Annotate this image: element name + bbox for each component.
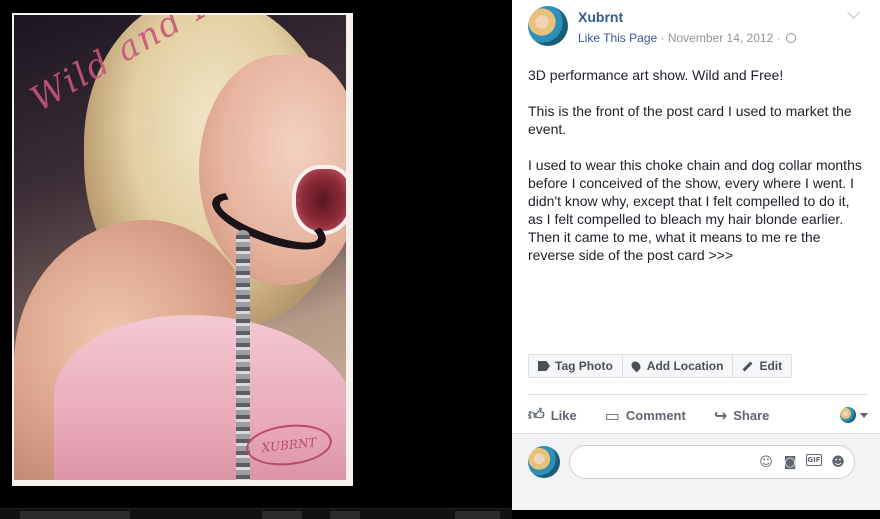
comment-button[interactable]: ▭ Comment xyxy=(605,406,686,425)
tag-photo-button[interactable]: Tag Photo xyxy=(529,355,623,377)
add-location-label: Add Location xyxy=(646,359,724,373)
page-name-link[interactable]: Xubrnt xyxy=(578,9,623,25)
share-arrow-icon: ↪ xyxy=(713,405,728,425)
like-label: Like xyxy=(550,407,577,423)
post-meta: Like This Page · November 14, 2012 · xyxy=(578,31,796,45)
ufi-bar: 👍︎ Like ▭ Comment ↪ Share xyxy=(528,402,868,428)
photo-filmstrip xyxy=(0,508,512,519)
tag-photo-label: Tag Photo xyxy=(555,359,613,373)
post-paragraph-3: I used to wear this choke chain and dog … xyxy=(528,157,862,263)
edit-button[interactable]: Edit xyxy=(733,355,792,377)
globe-icon xyxy=(785,33,796,43)
comment-icons: ☺ ◙ GIF ☻ xyxy=(758,454,846,470)
smiley-icon[interactable]: ☺ xyxy=(758,454,774,470)
ufi-divider-top xyxy=(528,394,868,395)
comment-label: Comment xyxy=(625,407,686,423)
post-paragraph-2: This is the front of the post card I use… xyxy=(528,103,852,137)
post-panel: Xubrnt Like This Page · November 14, 201… xyxy=(512,0,880,510)
chevron-down-icon[interactable] xyxy=(847,6,860,19)
comment-area: ☺ ◙ GIF ☻ xyxy=(512,433,880,510)
speech-bubble-icon: ▭ xyxy=(604,405,620,425)
comment-input[interactable] xyxy=(582,446,752,478)
like-button[interactable]: 👍︎ Like xyxy=(528,405,577,425)
photo-action-row: Tag Photo Add Location Edit xyxy=(528,354,793,378)
like-this-page-link[interactable]: Like This Page xyxy=(578,31,657,45)
post-paragraph-1: 3D performance art show. Wild and Free! xyxy=(528,67,784,83)
thumbs-up-icon: 👍︎ xyxy=(528,405,545,424)
caret-down-icon xyxy=(860,412,868,418)
photo-frame: Wild and Free! XUBRNT xyxy=(12,13,353,486)
location-pin-icon xyxy=(629,359,643,373)
sticker-icon[interactable]: ☻ xyxy=(830,454,846,470)
photo-viewer: Wild and Free! XUBRNT Xubrnt Like This P… xyxy=(0,0,880,519)
pencil-icon xyxy=(743,361,753,371)
reactor-avatar xyxy=(840,407,856,423)
meta-separator: · xyxy=(657,31,668,45)
comment-input-wrapper[interactable]: ☺ ◙ GIF ☻ xyxy=(569,445,855,479)
reactor-selector[interactable] xyxy=(840,407,868,423)
tag-icon xyxy=(538,361,550,371)
meta-separator-2: · xyxy=(773,31,784,45)
share-button[interactable]: ↪ Share xyxy=(714,406,770,425)
page-avatar[interactable] xyxy=(528,6,568,46)
add-location-button[interactable]: Add Location xyxy=(622,355,734,377)
post-photo[interactable]: Wild and Free! XUBRNT xyxy=(14,15,346,480)
share-label: Share xyxy=(733,407,770,423)
post-message: 3D performance art show. Wild and Free! … xyxy=(528,66,868,282)
gif-icon[interactable]: GIF xyxy=(806,454,822,466)
post-date[interactable]: November 14, 2012 xyxy=(668,31,773,45)
commenter-avatar xyxy=(528,446,560,478)
camera-icon[interactable]: ◙ xyxy=(782,454,798,470)
edit-label: Edit xyxy=(759,359,783,373)
